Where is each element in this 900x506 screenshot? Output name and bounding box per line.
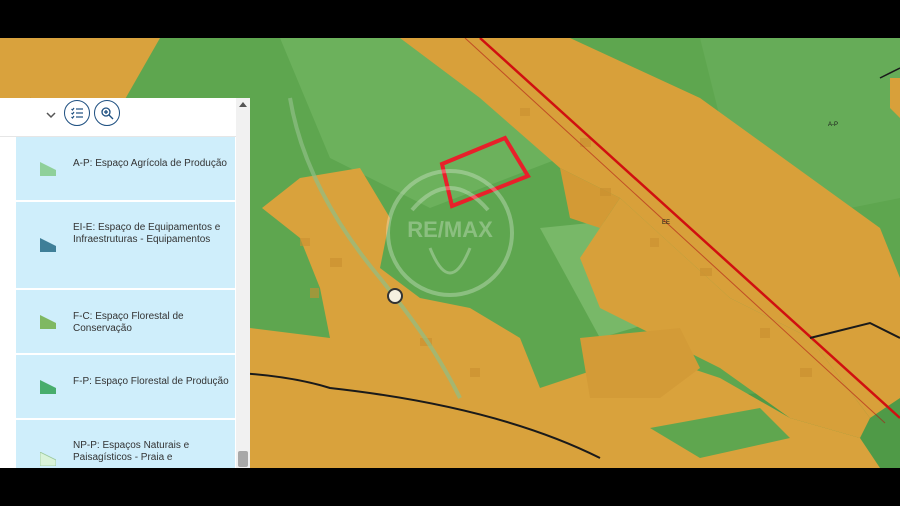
legend-toolbar — [0, 98, 250, 137]
legend-item[interactable]: NP-P: Espaços Naturais e Paisagísticos -… — [16, 420, 235, 468]
zone-label: EE — [662, 220, 670, 226]
legend-panel: A-P: Espaço Agrícola de Produção EI-E: E… — [0, 98, 250, 468]
swatch-icon — [40, 238, 56, 252]
legend-list: A-P: Espaço Agrícola de Produção EI-E: E… — [16, 137, 235, 468]
zone-label: A-P — [828, 122, 838, 128]
scroll-thumb[interactable] — [238, 451, 248, 467]
swatch-icon — [40, 315, 56, 329]
swatch-icon — [40, 380, 56, 394]
svg-text:RE/MAX: RE/MAX — [407, 217, 493, 242]
scrollbar[interactable] — [236, 98, 250, 468]
legend-item[interactable]: A-P: Espaço Agrícola de Produção — [16, 137, 235, 202]
swatch-icon — [40, 452, 56, 466]
legend-item[interactable]: EI-E: Espaço de Equipamentos e Infraestr… — [16, 202, 235, 290]
swatch-icon — [40, 162, 56, 176]
scroll-up-arrow-icon[interactable] — [239, 102, 247, 107]
legend-item[interactable]: F-C: Espaço Florestal de Conservação — [16, 290, 235, 355]
list-checklist-icon[interactable] — [64, 100, 90, 126]
location-marker[interactable] — [387, 288, 403, 304]
chevron-down-icon[interactable] — [44, 108, 58, 122]
legend-item[interactable]: F-P: Espaço Florestal de Produção — [16, 355, 235, 420]
zoom-in-icon[interactable] — [94, 100, 120, 126]
